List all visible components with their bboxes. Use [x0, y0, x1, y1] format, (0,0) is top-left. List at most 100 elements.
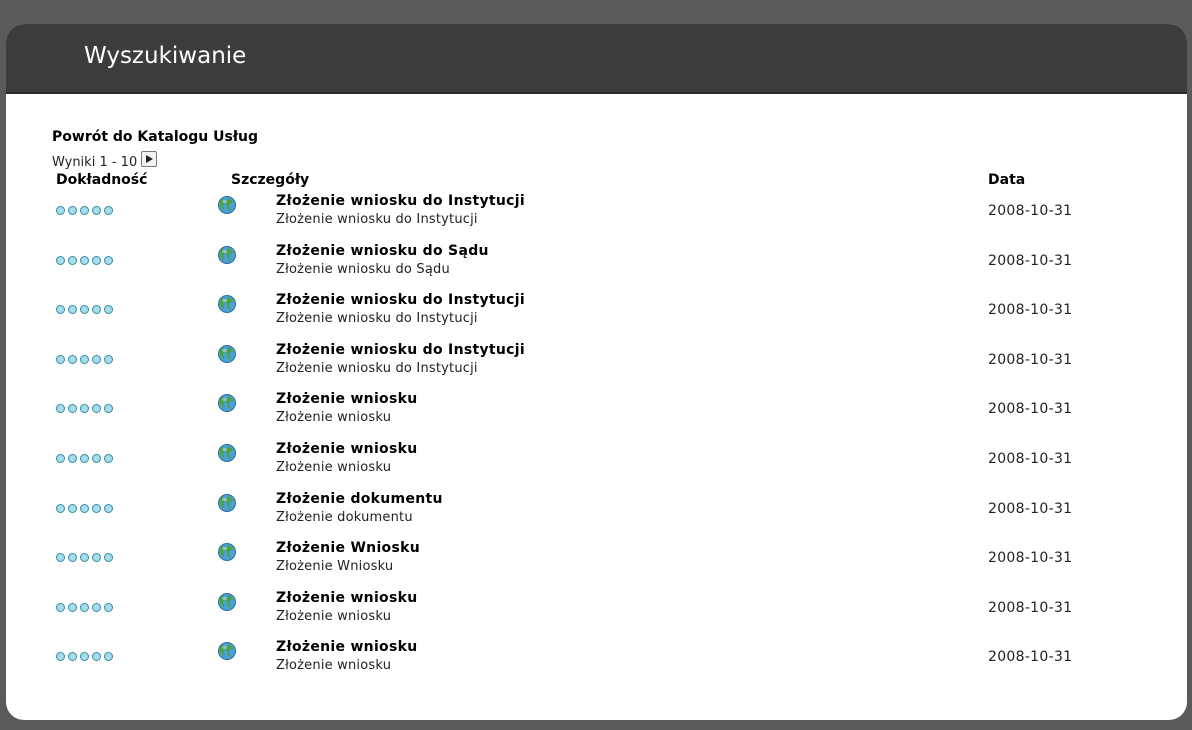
- rating-dot-icon: [104, 602, 113, 612]
- result-title-link[interactable]: Złożenie wniosku do Instytucji: [276, 292, 525, 308]
- result-title-link[interactable]: Złożenie wniosku: [276, 639, 417, 655]
- rating-dot-icon: [80, 354, 89, 364]
- accuracy-rating: [56, 206, 113, 215]
- rating-dot-icon: [68, 305, 77, 315]
- result-row[interactable]: Złożenie Wniosku Złożenie Wniosku 2008-10-…: [6, 539, 1187, 589]
- rating-dot-icon: [92, 404, 101, 414]
- rating-dot-icon: [56, 652, 65, 662]
- result-title-link[interactable]: Złożenie wniosku: [276, 590, 417, 606]
- rating-dot-icon: [56, 602, 65, 612]
- rating-dot-icon: [80, 404, 89, 414]
- rating-dot-icon: [104, 206, 113, 215]
- results-range-label: Wyniki 1 - 10: [52, 155, 138, 170]
- panel-header: Wyszukiwanie: [6, 24, 1187, 94]
- rating-dot-icon: [80, 453, 89, 463]
- result-title-link[interactable]: Złożenie wniosku do Sądu: [276, 243, 489, 259]
- rating-dot-icon: [104, 503, 113, 513]
- rating-dot-icon: [92, 652, 101, 662]
- next-page-button[interactable]: [141, 151, 158, 167]
- rating-dot-icon: [56, 404, 65, 414]
- result-row[interactable]: Złożenie wniosku do Instytucji Złożenie w…: [6, 341, 1187, 391]
- globe-icon: [217, 344, 237, 368]
- rating-dot-icon: [104, 305, 113, 315]
- rating-dot-icon: [68, 255, 77, 265]
- globe-icon: [217, 542, 237, 566]
- result-date: 2008-10-31: [988, 252, 1073, 269]
- result-row[interactable]: Złożenie wniosku do Instytucji Złożenie w…: [6, 291, 1187, 341]
- accuracy-rating: [56, 354, 113, 364]
- result-description: Złożenie wniosku do Instytucji: [276, 212, 478, 227]
- rating-dot-icon: [80, 255, 89, 265]
- result-title-link[interactable]: Złożenie wniosku: [276, 391, 417, 407]
- play-arrow-icon: [146, 155, 154, 163]
- result-title-link[interactable]: Złożenie Wniosku: [276, 540, 420, 556]
- results-list: Złożenie wniosku do Instytucji Złożenie w…: [6, 192, 1187, 688]
- result-title-link[interactable]: Złożenie wniosku do Instytucji: [276, 342, 525, 358]
- result-date: 2008-10-31: [988, 649, 1073, 666]
- result-description: Złożenie wniosku do Instytucji: [276, 360, 478, 376]
- result-description: Złożenie wniosku do Instytucji: [276, 311, 478, 327]
- page-title: Wyszukiwanie: [84, 43, 247, 69]
- result-row[interactable]: Złożenie wniosku do Instytucji Złożenie w…: [6, 192, 1187, 242]
- column-header-date[interactable]: Data: [988, 172, 1025, 188]
- accuracy-rating: [56, 602, 113, 612]
- globe-icon: [217, 443, 237, 467]
- globe-icon: [217, 592, 237, 616]
- rating-dot-icon: [68, 354, 77, 364]
- result-description: Złożenie wniosku: [276, 410, 392, 426]
- globe-icon: [217, 294, 237, 318]
- back-to-catalog-link[interactable]: Powrót do Katalogu Usług: [52, 129, 258, 145]
- result-date: 2008-10-31: [988, 401, 1073, 418]
- result-title-link[interactable]: Złożenie wniosku do Instytucji: [276, 193, 525, 209]
- result-description: Złożenie wniosku: [276, 658, 392, 674]
- globe-icon: [217, 393, 237, 417]
- accuracy-rating: [56, 453, 113, 463]
- result-row[interactable]: Złożenie wniosku Złożenie wniosku 2008-10-…: [6, 440, 1187, 490]
- result-row[interactable]: Złożenie wniosku Złożenie wniosku 2008-10-…: [6, 638, 1187, 688]
- rating-dot-icon: [92, 206, 101, 215]
- rating-dot-icon: [56, 453, 65, 463]
- result-title-link[interactable]: Złożenie wniosku: [276, 441, 417, 457]
- result-date: 2008-10-31: [988, 550, 1073, 567]
- rating-dot-icon: [104, 255, 113, 265]
- result-row[interactable]: Złożenie wniosku Złożenie wniosku 2008-10-…: [6, 589, 1187, 639]
- result-row[interactable]: Złożenie dokumentu Złożenie dokumentu 2008…: [6, 490, 1187, 540]
- accuracy-rating: [56, 404, 113, 414]
- result-date: 2008-10-31: [988, 450, 1073, 467]
- column-header-accuracy[interactable]: Dokładność: [56, 172, 147, 188]
- result-date: 2008-10-31: [988, 599, 1073, 616]
- globe-icon: [217, 245, 237, 269]
- globe-icon: [217, 641, 237, 665]
- rating-dot-icon: [104, 652, 113, 662]
- rating-dot-icon: [80, 503, 89, 513]
- rating-dot-icon: [92, 602, 101, 612]
- accuracy-rating: [56, 305, 113, 315]
- result-date: 2008-10-31: [988, 203, 1073, 219]
- rating-dot-icon: [104, 553, 113, 563]
- rating-dot-icon: [56, 255, 65, 265]
- rating-dot-icon: [80, 305, 89, 315]
- result-date: 2008-10-31: [988, 302, 1073, 319]
- rating-dot-icon: [104, 354, 113, 364]
- rating-dot-icon: [80, 602, 89, 612]
- rating-dot-icon: [68, 602, 77, 612]
- result-title-link[interactable]: Złożenie dokumentu: [276, 491, 443, 507]
- rating-dot-icon: [68, 652, 77, 662]
- result-row[interactable]: Złożenie wniosku Złożenie wniosku 2008-10-…: [6, 390, 1187, 440]
- rating-dot-icon: [104, 404, 113, 414]
- accuracy-rating: [56, 553, 113, 563]
- rating-dot-icon: [92, 305, 101, 315]
- rating-dot-icon: [68, 453, 77, 463]
- result-date: 2008-10-31: [988, 500, 1073, 517]
- result-description: Złożenie dokumentu: [276, 509, 413, 525]
- result-row[interactable]: Złożenie wniosku do Sądu Złożenie wniosku…: [6, 242, 1187, 292]
- rating-dot-icon: [68, 206, 77, 215]
- rating-dot-icon: [80, 206, 89, 215]
- rating-dot-icon: [92, 503, 101, 513]
- column-header-details[interactable]: Szczegóły: [231, 172, 309, 188]
- rating-dot-icon: [104, 453, 113, 463]
- accuracy-rating: [56, 652, 113, 662]
- rating-dot-icon: [92, 255, 101, 265]
- result-date: 2008-10-31: [988, 351, 1073, 368]
- rating-dot-icon: [56, 206, 65, 215]
